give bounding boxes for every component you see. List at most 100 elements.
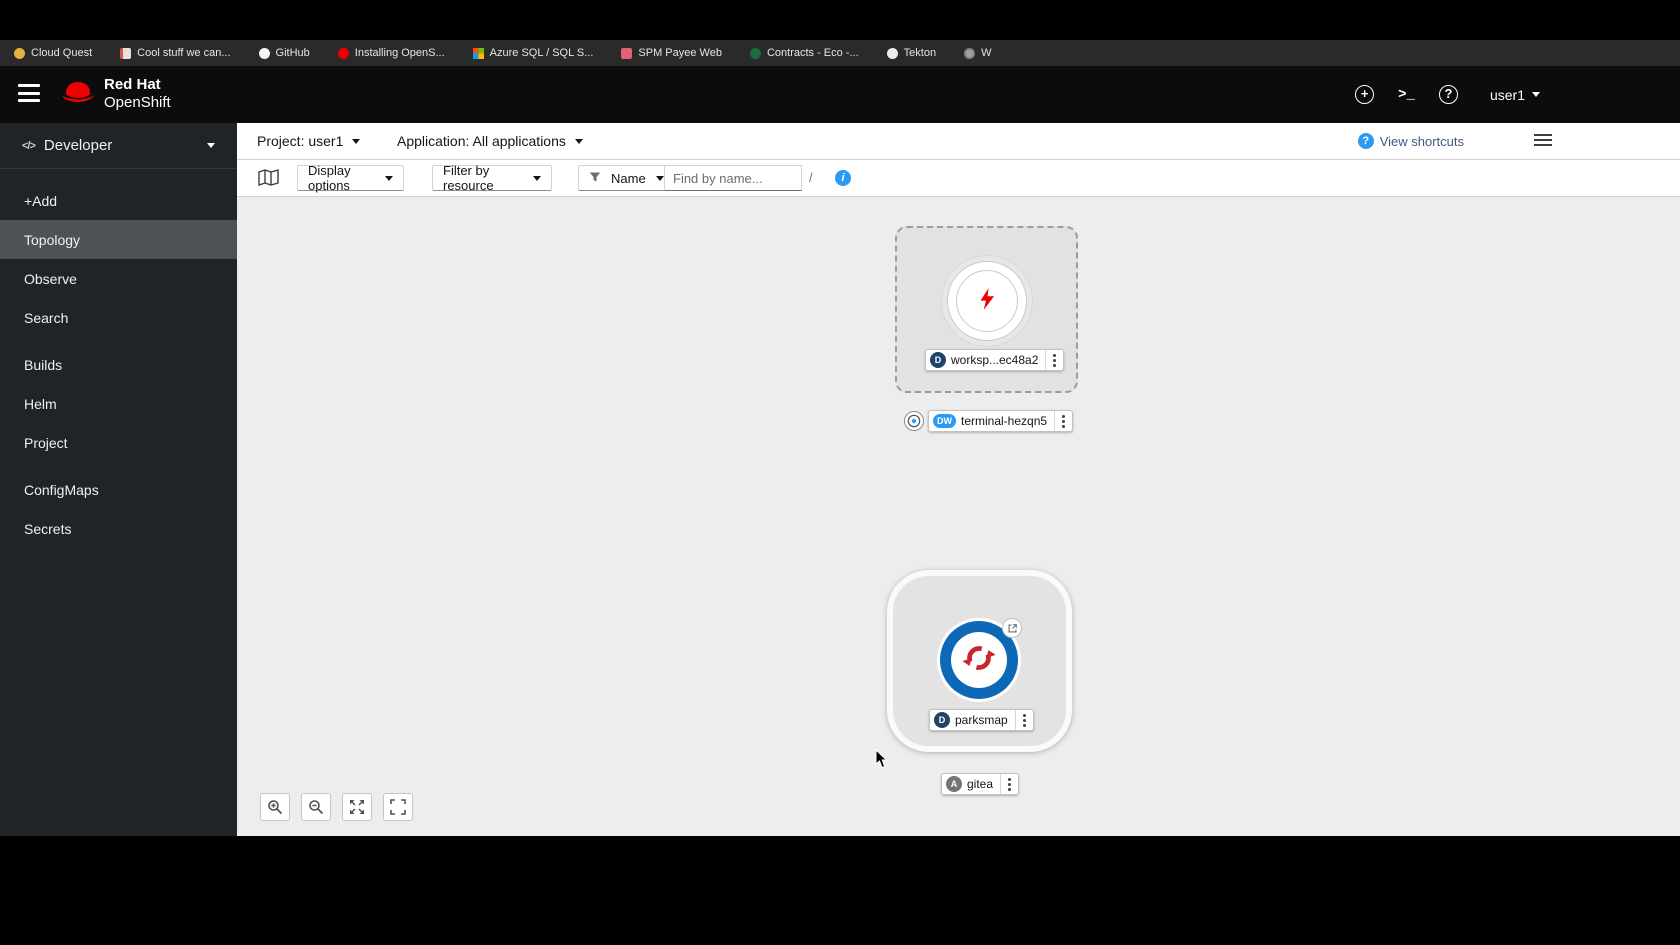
- sidebar-item-add[interactable]: +Add: [0, 181, 237, 220]
- bookmark-spm-payee-web[interactable]: SPM Payee Web: [621, 47, 722, 59]
- screen: Cloud Quest Cool stuff we can... GitHub …: [0, 0, 1680, 945]
- filter-funnel-icon: [589, 171, 601, 186]
- deployment-badge: D: [930, 352, 946, 368]
- tekton-favicon-icon: [886, 47, 898, 59]
- sidebar-item-builds[interactable]: Builds: [0, 345, 237, 384]
- caret-down-icon: [574, 138, 583, 144]
- bookmark-contracts[interactable]: Contracts - Eco -...: [749, 47, 859, 59]
- sync-arrows-icon: [960, 639, 998, 682]
- terminal-icon: >_: [1398, 86, 1415, 103]
- bookmark-label: Installing OpenS...: [354, 47, 445, 59]
- kebab-menu-icon[interactable]: [1000, 774, 1018, 794]
- info-icon[interactable]: i: [835, 170, 851, 186]
- caret-down-icon: [655, 175, 664, 181]
- username: user1: [1489, 86, 1525, 103]
- list-view-toggle-icon[interactable]: [1534, 133, 1552, 150]
- kebab-menu-icon[interactable]: [1014, 710, 1033, 730]
- web-terminal-button[interactable]: >_: [1398, 87, 1415, 103]
- sidebar-item-observe[interactable]: Observe: [0, 259, 237, 298]
- terminal-node-name: terminal-hezqn5: [961, 414, 1048, 428]
- bookmark-installing-openshift[interactable]: Installing OpenS...: [337, 47, 445, 59]
- bookmark-label: Cool stuff we can...: [137, 47, 231, 59]
- project-selector-label: Project: user1: [257, 133, 344, 149]
- sidebar-item-label: Topology: [24, 231, 81, 248]
- web-app-favicon-icon: [621, 47, 633, 59]
- sidebar-item-helm[interactable]: Helm: [0, 384, 237, 423]
- zoom-out-button[interactable]: [301, 793, 331, 821]
- gitea-application-label[interactable]: A gitea: [941, 773, 1020, 795]
- user-menu[interactable]: user1: [1490, 87, 1540, 103]
- workspace-node-label[interactable]: D worksp...ec48a2: [925, 349, 1065, 371]
- terminal-node-label[interactable]: DW terminal-hezqn5: [928, 410, 1074, 432]
- bookmark-label: Azure SQL / SQL S...: [489, 47, 594, 59]
- fit-to-screen-button[interactable]: [342, 793, 372, 821]
- lightning-bolt-icon: [974, 286, 1000, 317]
- sidebar-item-label: Helm: [24, 395, 57, 412]
- bookmark-label: SPM Payee Web: [638, 47, 722, 59]
- topology-toolbar: Display options Filter by resource Name …: [237, 160, 1680, 197]
- bookmark-tekton[interactable]: Tekton: [886, 47, 936, 59]
- application-selector[interactable]: Application: All applications: [397, 123, 583, 159]
- kebab-menu-icon[interactable]: [1045, 350, 1063, 370]
- quick-create-button[interactable]: +: [1355, 85, 1375, 104]
- bookmarks-bar: Cloud Quest Cool stuff we can... GitHub …: [0, 40, 1680, 66]
- name-filter-dropdown[interactable]: Name: [578, 165, 675, 191]
- shortcut-hint: /: [809, 170, 813, 185]
- zoom-in-button[interactable]: [260, 793, 290, 821]
- external-link-decorator-icon[interactable]: [1002, 618, 1022, 638]
- brand-line2: OpenShift: [104, 94, 171, 111]
- fullscreen-button[interactable]: [383, 793, 413, 821]
- bookmark-azure-sql[interactable]: Azure SQL / SQL S...: [472, 47, 594, 59]
- find-by-name-input[interactable]: [664, 165, 802, 191]
- github-favicon-icon: [258, 47, 270, 59]
- microsoft-grid-favicon-icon: [472, 47, 484, 59]
- kebab-menu-icon[interactable]: [1054, 411, 1072, 431]
- sidebar-item-label: Project: [24, 434, 68, 451]
- hamburger-menu-button[interactable]: [18, 84, 40, 102]
- perspective-switcher[interactable]: </> Developer: [0, 123, 237, 169]
- bookmark-label: Cloud Quest: [31, 47, 93, 59]
- sidebar: </> Developer +Add Topology Observe Sear…: [0, 123, 237, 836]
- sidebar-item-label: Search: [24, 309, 69, 326]
- plus-circle-icon: +: [1355, 85, 1375, 104]
- topology-view-icon[interactable]: [258, 169, 279, 189]
- globe-favicon-icon: [964, 47, 976, 59]
- sidebar-item-configmaps[interactable]: ConfigMaps: [0, 470, 237, 509]
- terminal-node-decorator-icon[interactable]: [904, 411, 924, 431]
- sidebar-item-label: ConfigMaps: [24, 481, 99, 498]
- sidebar-item-secrets[interactable]: Secrets: [0, 509, 237, 548]
- filter-by-resource-dropdown[interactable]: Filter by resource: [432, 163, 552, 193]
- red-hat-logo-icon: [60, 79, 96, 110]
- bookmark-github[interactable]: GitHub: [258, 47, 310, 59]
- bookmark-cloud-quest[interactable]: Cloud Quest: [14, 47, 92, 59]
- caret-down-icon: [533, 175, 541, 181]
- bookmark-label: W: [981, 47, 992, 59]
- view-shortcuts-label: View shortcuts: [1379, 133, 1464, 149]
- parksmap-node-inner: [951, 632, 1007, 688]
- view-shortcuts-link[interactable]: ? View shortcuts: [1357, 123, 1464, 159]
- sidebar-group-3: ConfigMaps Secrets: [0, 470, 237, 548]
- help-button[interactable]: ?: [1438, 85, 1458, 104]
- mouse-cursor-icon: [875, 748, 888, 774]
- sidebar-item-topology[interactable]: Topology: [0, 220, 237, 259]
- parksmap-node-label[interactable]: D parksmap: [929, 709, 1034, 731]
- developer-code-icon: </>: [22, 139, 36, 152]
- masthead-actions: + >_ ? user1: [1355, 66, 1540, 123]
- caret-down-icon: [1532, 92, 1540, 97]
- bookmark-cool-stuff[interactable]: Cool stuff we can...: [120, 47, 231, 59]
- project-selector[interactable]: Project: user1: [257, 123, 361, 159]
- openshift-favicon-icon: [337, 47, 349, 59]
- display-options-dropdown[interactable]: Display options: [297, 163, 404, 193]
- context-bar: Project: user1 Application: All applicat…: [237, 123, 1680, 160]
- bookmark-w[interactable]: W: [964, 47, 991, 59]
- sidebar-nav: +Add Topology Observe Search Builds Helm…: [0, 169, 237, 548]
- brand-logo: Red Hat OpenShift: [60, 76, 171, 112]
- deployment-badge: D: [934, 712, 950, 728]
- topology-canvas[interactable]: D worksp...ec48a2 DW terminal-hezqn5 D p…: [237, 197, 1680, 836]
- sidebar-item-search[interactable]: Search: [0, 298, 237, 337]
- filter-by-resource-label: Filter by resource: [443, 163, 494, 193]
- caret-down-icon: [207, 143, 215, 148]
- sidebar-item-project[interactable]: Project: [0, 423, 237, 462]
- workspace-node[interactable]: [947, 261, 1027, 341]
- workspace-node-name: worksp...ec48a2: [951, 353, 1039, 367]
